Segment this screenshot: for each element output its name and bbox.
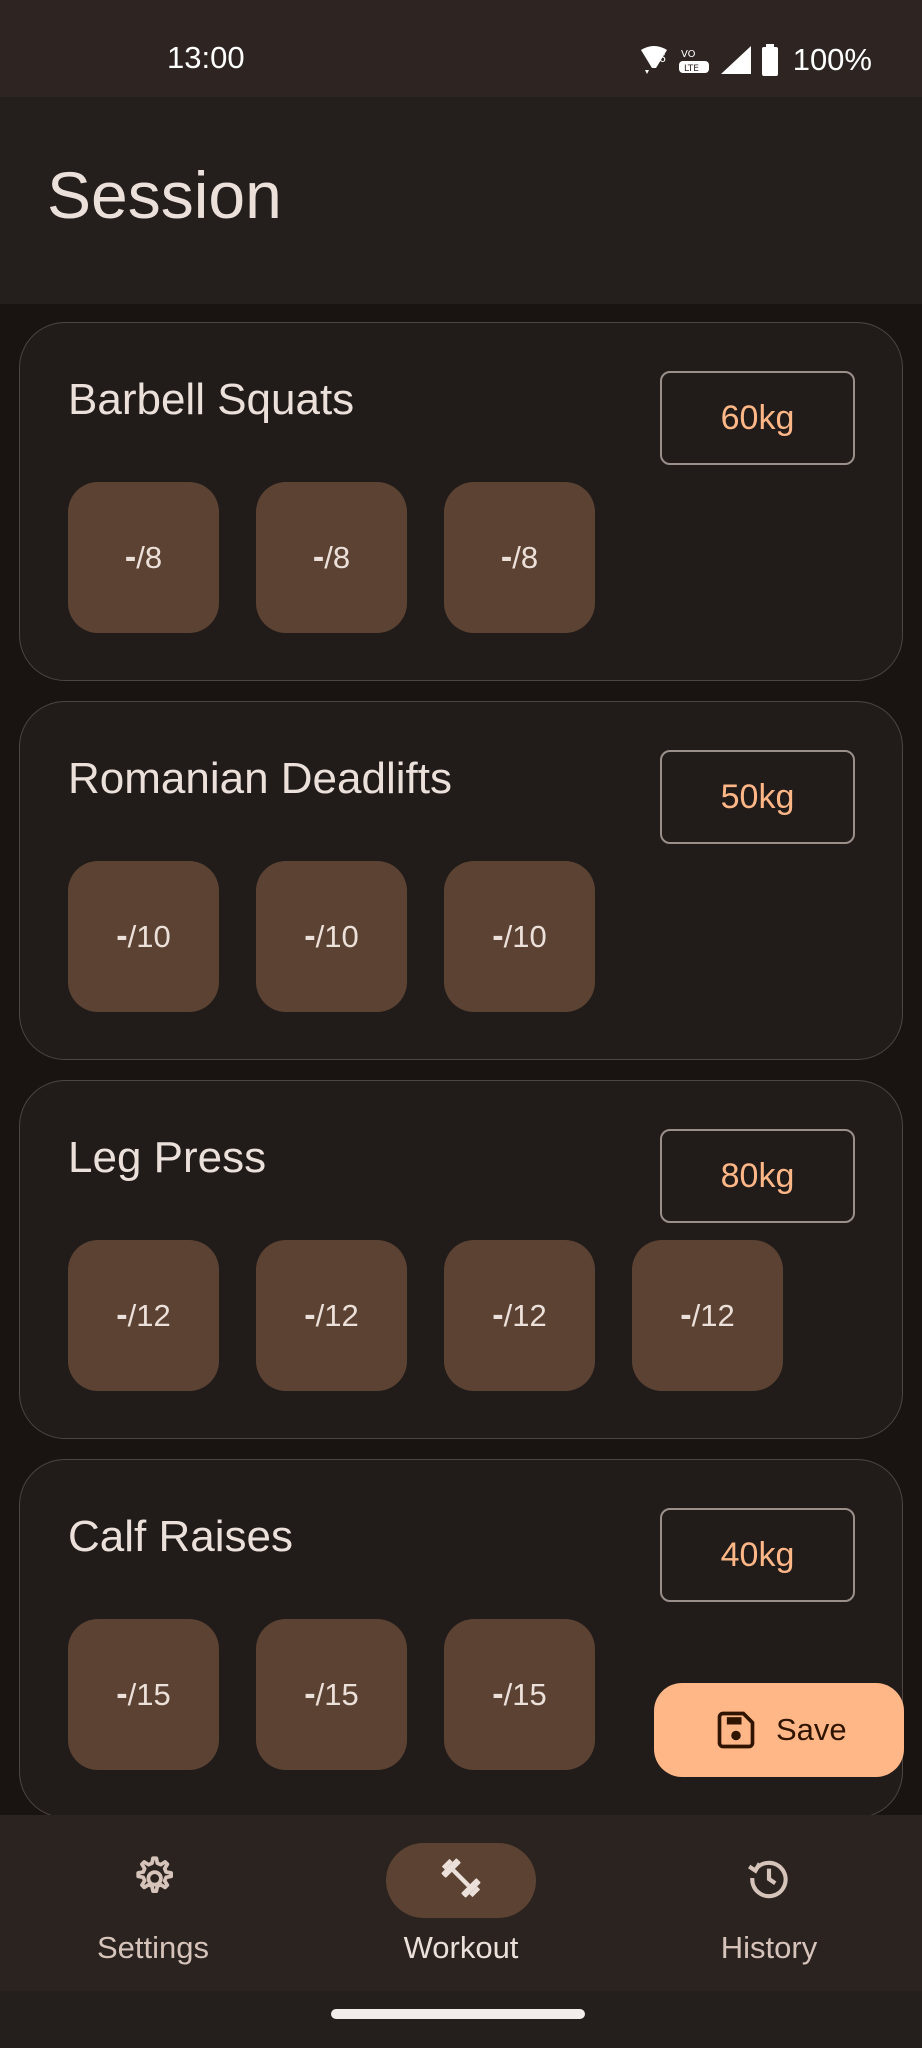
set-button[interactable]: -/8: [256, 482, 407, 633]
signal-icon: [719, 44, 753, 76]
exercise-list[interactable]: Barbell Squats 60kg -/8 -/8 -/8 Romanian…: [0, 304, 922, 1815]
status-time: 13:00: [167, 40, 245, 75]
nav-workout[interactable]: Workout: [361, 1843, 561, 1973]
nav-history[interactable]: History: [669, 1843, 869, 1973]
set-button[interactable]: -/12: [68, 1240, 219, 1391]
set-button[interactable]: -/15: [444, 1619, 595, 1770]
page-title: Session: [47, 158, 282, 232]
nav-workout-label: Workout: [403, 1930, 519, 1965]
home-indicator[interactable]: [331, 2009, 585, 2019]
set-button[interactable]: -/8: [68, 482, 219, 633]
svg-text:6: 6: [659, 52, 666, 65]
set-list: -/8 -/8 -/8: [68, 482, 595, 633]
weight-field[interactable]: 60kg: [660, 371, 855, 465]
exercise-name: Romanian Deadlifts: [68, 754, 452, 803]
set-button[interactable]: -/10: [444, 861, 595, 1012]
save-icon: [714, 1708, 758, 1752]
nav-settings-label: Settings: [96, 1930, 209, 1965]
set-button[interactable]: -/12: [632, 1240, 783, 1391]
set-button[interactable]: -/10: [68, 861, 219, 1012]
weight-field[interactable]: 80kg: [660, 1129, 855, 1223]
exercise-card: Romanian Deadlifts 50kg -/10 -/10 -/10: [19, 701, 903, 1060]
set-button[interactable]: -/12: [444, 1240, 595, 1391]
set-button[interactable]: -/10: [256, 861, 407, 1012]
set-button[interactable]: -/15: [68, 1619, 219, 1770]
status-icons: 6 VO LTE 100%: [639, 40, 872, 80]
volte-icon: VO LTE: [677, 45, 711, 75]
set-button[interactable]: -/12: [256, 1240, 407, 1391]
svg-text:VO: VO: [681, 49, 696, 60]
nav-settings[interactable]: Settings: [53, 1843, 253, 1973]
exercise-card: Barbell Squats 60kg -/8 -/8 -/8: [19, 322, 903, 681]
exercise-name: Leg Press: [68, 1133, 267, 1182]
battery-icon: [761, 44, 779, 76]
save-button[interactable]: Save: [654, 1683, 904, 1777]
top-app-bar: Session: [0, 97, 922, 304]
weight-field[interactable]: 40kg: [660, 1508, 855, 1602]
set-button[interactable]: -/15: [256, 1619, 407, 1770]
bottom-navigation: Settings Workout History: [0, 1815, 922, 1991]
set-list: -/12 -/12 -/12 -/12: [68, 1240, 783, 1391]
save-label: Save: [776, 1712, 847, 1747]
exercise-name: Barbell Squats: [68, 375, 355, 424]
weight-field[interactable]: 50kg: [660, 750, 855, 844]
dumbbell-icon: [435, 1852, 487, 1909]
gear-icon: [128, 1853, 178, 1908]
battery-percentage: 100%: [792, 42, 872, 77]
wifi-icon: 6: [639, 46, 669, 74]
set-list: -/15 -/15 -/15: [68, 1619, 595, 1770]
history-icon: [744, 1853, 794, 1908]
exercise-card: Leg Press 80kg -/12 -/12 -/12 -/12: [19, 1080, 903, 1439]
svg-text:LTE: LTE: [684, 64, 699, 74]
exercise-name: Calf Raises: [68, 1512, 293, 1561]
status-bar: 13:00 6 VO LTE 100%: [0, 0, 922, 97]
set-button[interactable]: -/8: [444, 482, 595, 633]
gesture-bar: [0, 1991, 922, 2048]
set-list: -/10 -/10 -/10: [68, 861, 595, 1012]
nav-history-label: History: [720, 1930, 818, 1965]
